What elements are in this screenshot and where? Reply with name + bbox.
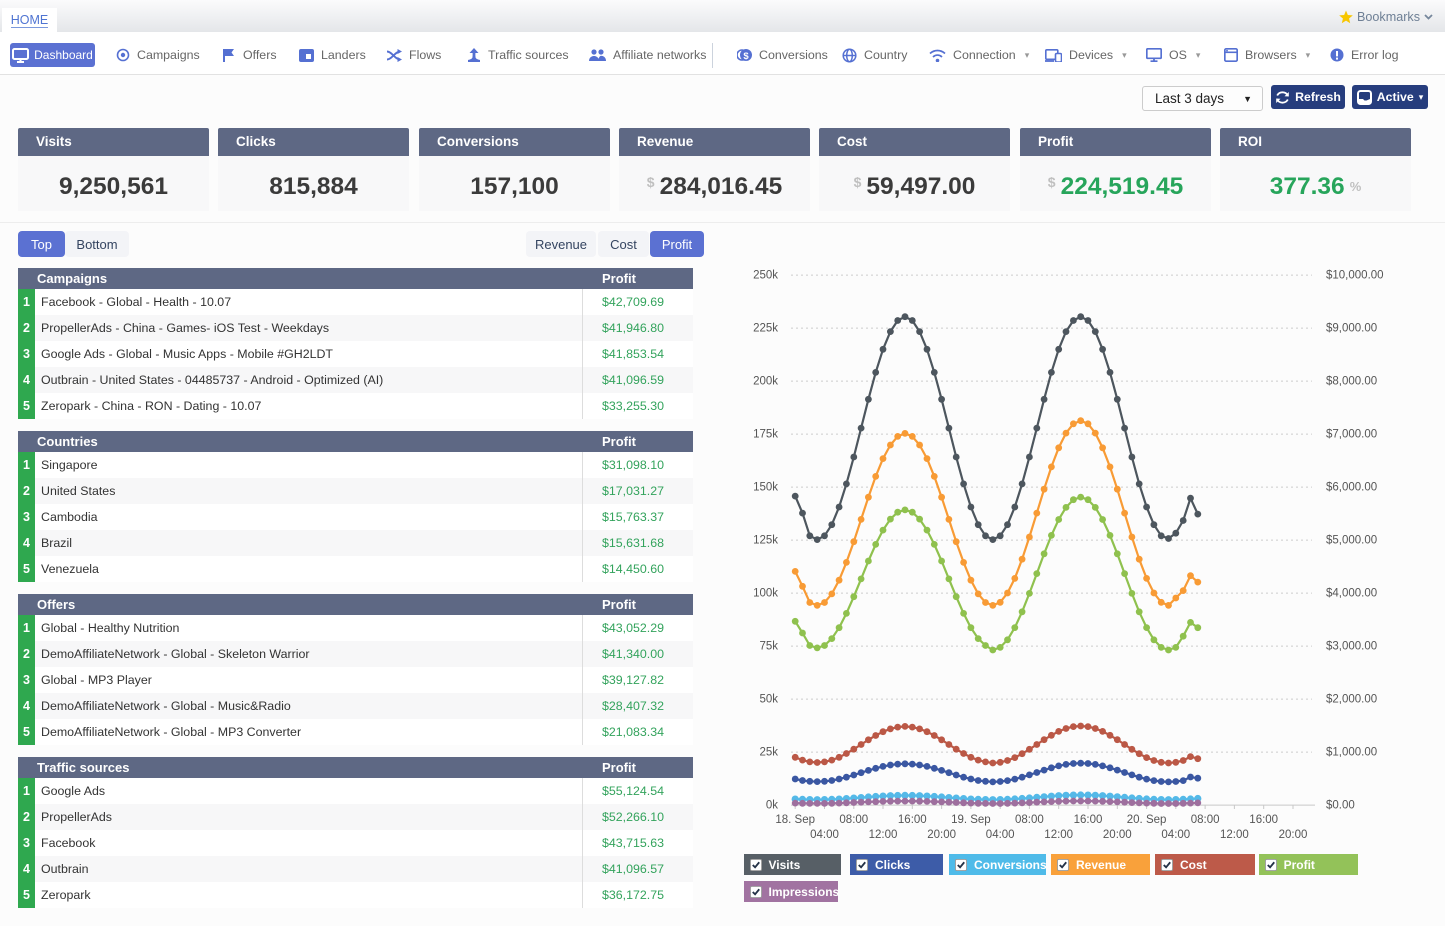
svg-text:16:00: 16:00 <box>1074 814 1103 826</box>
svg-text:50k: 50k <box>759 694 778 706</box>
svg-text:225k: 225k <box>753 323 778 335</box>
svg-text:08:00: 08:00 <box>1015 814 1044 826</box>
svg-text:75k: 75k <box>759 641 778 653</box>
svg-text:$8,000.00: $8,000.00 <box>1326 376 1377 388</box>
svg-text:04:00: 04:00 <box>1161 829 1190 841</box>
svg-text:175k: 175k <box>753 429 778 441</box>
svg-text:12:00: 12:00 <box>1220 829 1249 841</box>
svg-text:25k: 25k <box>759 747 778 759</box>
svg-text:12:00: 12:00 <box>1044 829 1073 841</box>
svg-text:$10,000.00: $10,000.00 <box>1326 270 1384 282</box>
svg-text:08:00: 08:00 <box>839 814 868 826</box>
svg-text:12:00: 12:00 <box>869 829 898 841</box>
svg-text:04:00: 04:00 <box>986 829 1015 841</box>
svg-text:20:00: 20:00 <box>927 829 956 841</box>
svg-text:125k: 125k <box>753 535 778 547</box>
svg-text:16:00: 16:00 <box>898 814 927 826</box>
svg-text:0k: 0k <box>766 800 778 812</box>
svg-text:$3,000.00: $3,000.00 <box>1326 641 1377 653</box>
svg-text:150k: 150k <box>753 482 778 494</box>
svg-text:100k: 100k <box>753 588 778 600</box>
svg-text:$4,000.00: $4,000.00 <box>1326 588 1377 600</box>
svg-text:$1,000.00: $1,000.00 <box>1326 747 1377 759</box>
svg-text:200k: 200k <box>753 376 778 388</box>
svg-text:$2,000.00: $2,000.00 <box>1326 694 1377 706</box>
svg-text:$5,000.00: $5,000.00 <box>1326 535 1377 547</box>
svg-text:250k: 250k <box>753 270 778 282</box>
svg-text:20:00: 20:00 <box>1279 829 1308 841</box>
svg-text:$6,000.00: $6,000.00 <box>1326 482 1377 494</box>
svg-text:20. Sep: 20. Sep <box>1127 814 1167 826</box>
svg-text:04:00: 04:00 <box>810 829 839 841</box>
svg-text:20:00: 20:00 <box>1103 829 1132 841</box>
svg-text:08:00: 08:00 <box>1191 814 1220 826</box>
svg-text:16:00: 16:00 <box>1249 814 1278 826</box>
svg-text:19. Sep: 19. Sep <box>951 814 991 826</box>
svg-text:$0.00: $0.00 <box>1326 800 1355 812</box>
svg-text:18. Sep: 18. Sep <box>775 814 815 826</box>
svg-text:$9,000.00: $9,000.00 <box>1326 323 1377 335</box>
svg-text:$7,000.00: $7,000.00 <box>1326 429 1377 441</box>
